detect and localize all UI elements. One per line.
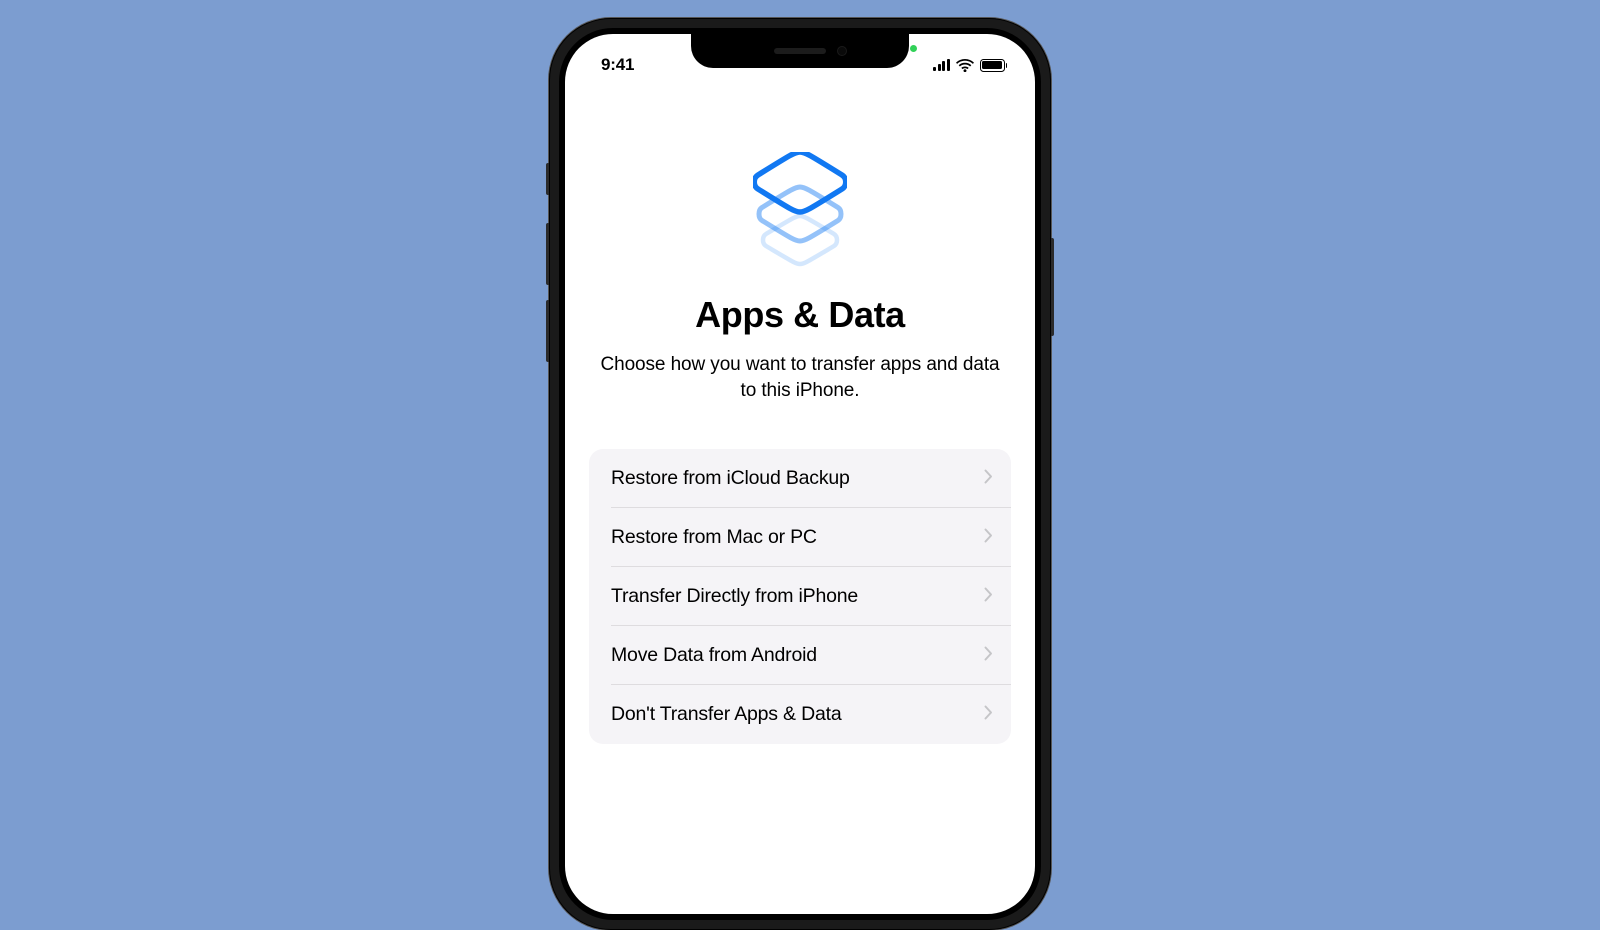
mute-switch [546, 163, 549, 195]
phone-frame: 9:41 [549, 18, 1051, 930]
volume-down-button [546, 300, 549, 362]
notch [691, 34, 909, 68]
page-title: Apps & Data [585, 294, 1015, 336]
earpiece-speaker [774, 48, 826, 54]
transfer-options-list: Restore from iCloud Backup Restore from … [589, 449, 1011, 744]
volume-up-button [546, 223, 549, 285]
option-move-android[interactable]: Move Data from Android [589, 626, 1011, 685]
apps-data-stack-icon [585, 152, 1015, 268]
status-right-cluster [933, 59, 1007, 72]
option-restore-mac-pc[interactable]: Restore from Mac or PC [589, 508, 1011, 567]
option-transfer-iphone[interactable]: Transfer Directly from iPhone [589, 567, 1011, 626]
option-dont-transfer[interactable]: Don't Transfer Apps & Data [589, 685, 1011, 744]
option-label: Don't Transfer Apps & Data [611, 703, 841, 726]
option-label: Restore from Mac or PC [611, 526, 817, 549]
wifi-icon [956, 59, 974, 72]
front-camera [837, 46, 847, 56]
option-restore-icloud[interactable]: Restore from iCloud Backup [589, 449, 1011, 508]
option-label: Move Data from Android [611, 644, 817, 667]
setup-content: Apps & Data Choose how you want to trans… [565, 82, 1035, 744]
camera-indicator-dot [910, 45, 917, 52]
chevron-right-icon [984, 587, 993, 607]
option-label: Restore from iCloud Backup [611, 467, 850, 490]
side-power-button [1051, 238, 1054, 336]
page-subtitle: Choose how you want to transfer apps and… [585, 352, 1015, 403]
chevron-right-icon [984, 705, 993, 725]
status-time: 9:41 [601, 55, 634, 75]
chevron-right-icon [984, 528, 993, 548]
chevron-right-icon [984, 469, 993, 489]
chevron-right-icon [984, 646, 993, 666]
battery-icon [980, 59, 1008, 72]
phone-bezel: 9:41 [559, 28, 1041, 920]
option-label: Transfer Directly from iPhone [611, 585, 858, 608]
cellular-signal-icon [933, 59, 950, 71]
screen: 9:41 [565, 34, 1035, 914]
